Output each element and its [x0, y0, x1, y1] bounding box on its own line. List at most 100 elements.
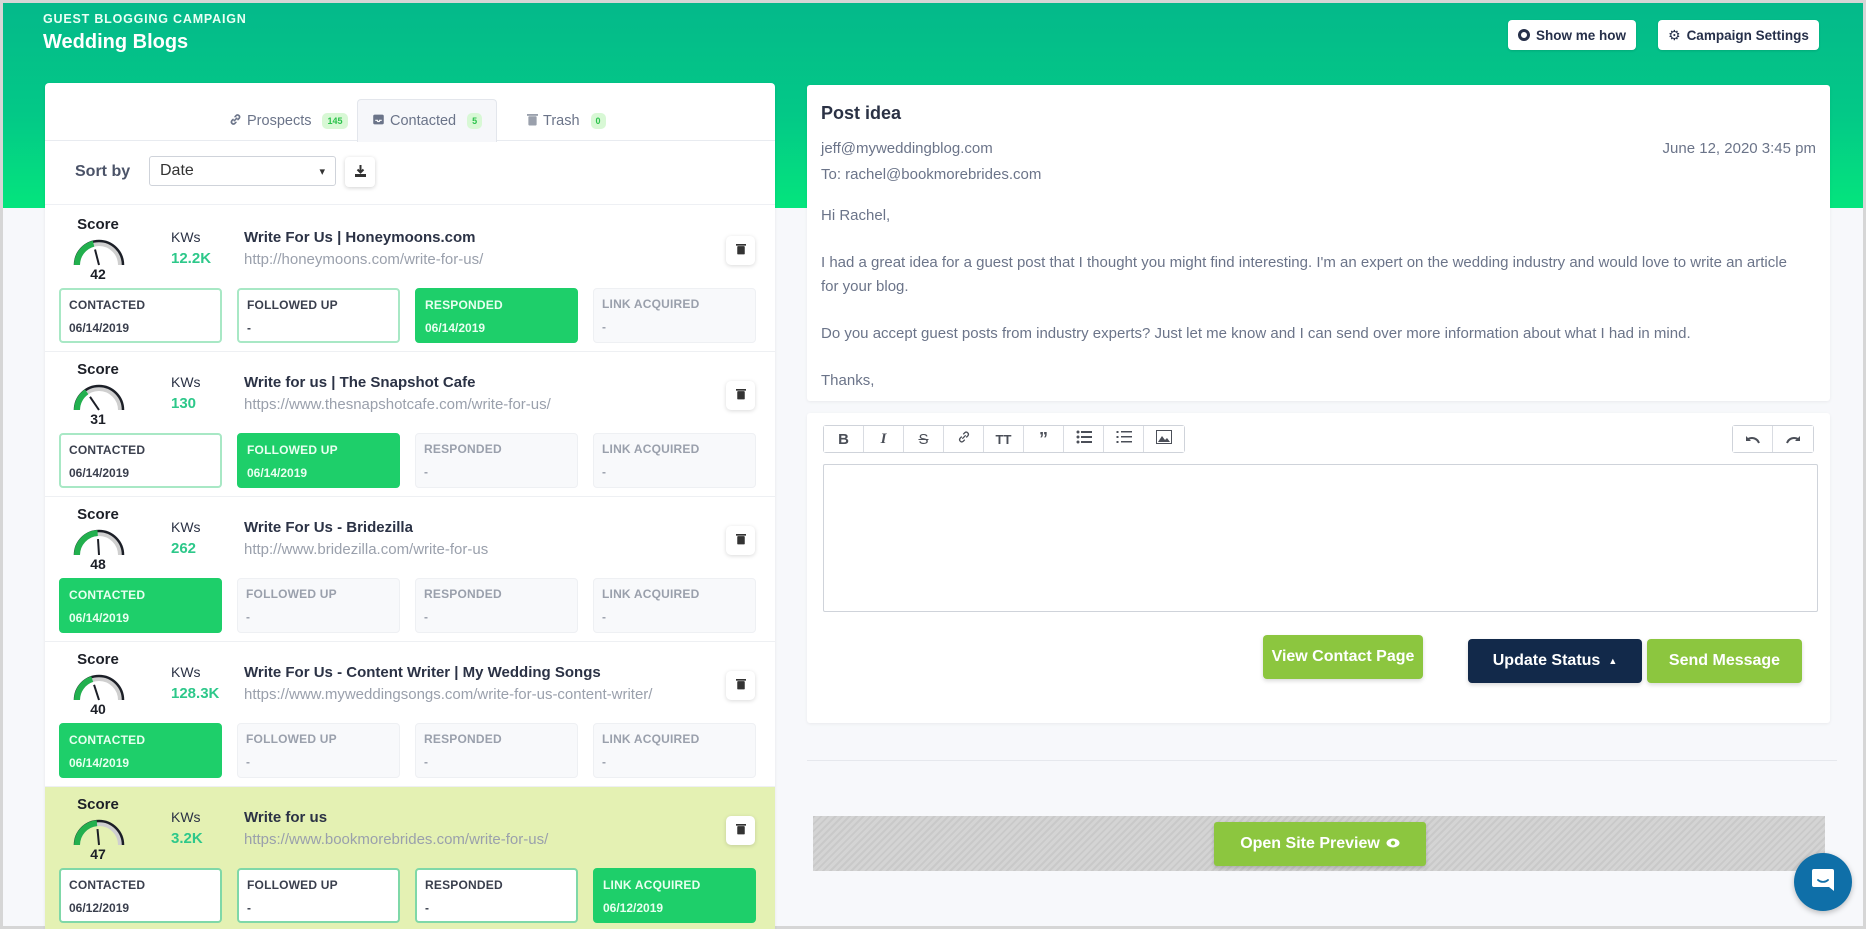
prospect-row[interactable]: Score 31 KWs 130 Write for us | The Snapshot… [45, 352, 775, 497]
status-link-acquired[interactable]: LINK ACQUIRED - [593, 288, 756, 343]
status-contacted[interactable]: CONTACTED 06/14/2019 [59, 433, 222, 488]
delete-prospect-button[interactable] [726, 236, 755, 265]
tab-contacted-count: 5 [467, 113, 483, 129]
numbered-list-button[interactable] [1104, 426, 1144, 452]
tab-prospects[interactable]: Prospects 145 [215, 101, 362, 141]
prospect-url[interactable]: https://www.bookmorebrides.com/write-for… [244, 831, 548, 848]
status-contacted[interactable]: CONTACTED 06/14/2019 [59, 723, 222, 778]
prospect-list: Score 42 KWs 12.2K Write For Us | Honeymoons… [45, 207, 775, 929]
status-date: - [424, 465, 428, 479]
status-contacted[interactable]: CONTACTED 06/14/2019 [59, 288, 222, 343]
image-button[interactable] [1144, 426, 1184, 452]
status-responded[interactable]: RESPONDED - [415, 868, 578, 923]
heading-button[interactable]: TT [984, 426, 1024, 452]
score-value: 47 [90, 846, 106, 862]
tab-contacted[interactable]: Contacted 5 [357, 99, 498, 142]
prospect-row[interactable]: Score 47 KWs 3.2K Write for us https://www.bo… [45, 787, 775, 929]
status-contacted[interactable]: CONTACTED 06/14/2019 [59, 578, 222, 633]
redo-button[interactable] [1773, 426, 1813, 452]
open-site-preview-button[interactable]: Open Site Preview [1214, 822, 1426, 866]
prospect-url[interactable]: http://honeymoons.com/write-for-us/ [244, 251, 483, 268]
status-link-acquired[interactable]: LINK ACQUIRED 06/12/2019 [593, 868, 756, 923]
status-followed-up[interactable]: FOLLOWED UP - [237, 288, 400, 343]
status-date: - [247, 321, 251, 335]
campaign-settings-button[interactable]: ⚙ Campaign Settings [1658, 20, 1819, 50]
prospect-title[interactable]: Write For Us - Content Writer | My Weddi… [244, 664, 601, 681]
status-date: 06/14/2019 [425, 321, 486, 335]
bold-icon: B [838, 430, 849, 448]
strikethrough-button[interactable]: S [904, 426, 944, 452]
update-status-label: Update Status [1492, 652, 1601, 669]
prospect-url[interactable]: http://www.bridezilla.com/write-for-us [244, 541, 488, 558]
status-date: - [247, 901, 251, 915]
score-gauge [73, 384, 125, 411]
delete-prospect-button[interactable] [726, 671, 755, 700]
prospect-row[interactable]: Score 48 KWs 262 Write For Us - Bridezilla ht… [45, 497, 775, 642]
status-date: 06/14/2019 [69, 321, 130, 335]
send-message-button[interactable]: Send Message [1647, 639, 1802, 683]
status-link-acquired[interactable]: LINK ACQUIRED - [593, 578, 756, 633]
status-contacted[interactable]: CONTACTED 06/12/2019 [59, 868, 222, 923]
delete-prospect-button[interactable] [726, 526, 755, 555]
score-gauge [73, 239, 125, 266]
status-label: LINK ACQUIRED [602, 587, 700, 601]
status-label: LINK ACQUIRED [602, 442, 700, 456]
prospect-title[interactable]: Write For Us | Honeymoons.com [244, 229, 475, 246]
message-editor[interactable] [823, 464, 1818, 612]
download-button[interactable] [345, 157, 375, 187]
undo-button[interactable] [1733, 426, 1773, 452]
delete-prospect-button[interactable] [726, 816, 755, 845]
bold-button[interactable]: B [824, 426, 864, 452]
status-date: 06/14/2019 [69, 466, 130, 480]
link-icon [957, 430, 971, 448]
prospect-url[interactable]: https://www.thesnapshotcafe.com/write-fo… [244, 396, 551, 413]
caret-up-icon: ▲ [1608, 656, 1618, 666]
status-link-acquired[interactable]: LINK ACQUIRED - [593, 723, 756, 778]
strikethrough-icon: S [918, 430, 929, 448]
prospect-title[interactable]: Write For Us - Bridezilla [244, 519, 413, 536]
status-label: FOLLOWED UP [246, 587, 337, 601]
chat-launcher-button[interactable] [1794, 853, 1852, 911]
kws-label: KWs [171, 664, 201, 680]
gauge-fill [74, 676, 94, 701]
italic-button[interactable]: I [864, 426, 904, 452]
gauge-fill [74, 820, 98, 846]
status-link-acquired[interactable]: LINK ACQUIRED - [593, 433, 756, 488]
status-label: LINK ACQUIRED [603, 878, 701, 892]
show-me-how-label: Show me how [1536, 27, 1627, 43]
link-icon [229, 113, 242, 129]
status-followed-up[interactable]: FOLLOWED UP 06/14/2019 [237, 433, 400, 488]
bullet-list-button[interactable] [1064, 426, 1104, 452]
link-button[interactable] [944, 426, 984, 452]
status-followed-up[interactable]: FOLLOWED UP - [237, 578, 400, 633]
sort-select-value: Date [160, 162, 194, 179]
status-responded[interactable]: RESPONDED 06/14/2019 [415, 288, 578, 343]
kws-value: 130 [171, 395, 197, 412]
prospect-row[interactable]: Score 40 KWs 128.3K Write For Us - Content W… [45, 642, 775, 787]
status-responded[interactable]: RESPONDED - [415, 723, 578, 778]
prospect-url[interactable]: https://www.myweddingsongs.com/write-for… [244, 686, 652, 703]
show-me-how-button[interactable]: Show me how [1508, 20, 1637, 50]
status-date: - [424, 610, 428, 624]
prospect-title[interactable]: Write for us [244, 809, 327, 826]
gauge-needle [89, 396, 100, 411]
status-label: CONTACTED [69, 298, 146, 312]
status-label: CONTACTED [69, 588, 146, 602]
italic-icon: I [880, 430, 887, 447]
eye-icon [1386, 835, 1400, 853]
tab-trash[interactable]: Trash 0 [513, 101, 620, 141]
download-icon [354, 164, 367, 181]
view-contact-page-button[interactable]: View Contact Page [1263, 635, 1423, 679]
status-followed-up[interactable]: FOLLOWED UP - [237, 868, 400, 923]
status-responded[interactable]: RESPONDED - [415, 433, 578, 488]
status-followed-up[interactable]: FOLLOWED UP - [237, 723, 400, 778]
prospect-row[interactable]: Score 42 KWs 12.2K Write For Us | Honeymoons… [45, 207, 775, 352]
delete-prospect-button[interactable] [726, 381, 755, 410]
status-responded[interactable]: RESPONDED - [415, 578, 578, 633]
quote-button[interactable]: ” [1024, 426, 1064, 452]
sort-select[interactable]: Date ▾ [149, 156, 336, 186]
prospect-title[interactable]: Write for us | The Snapshot Cafe [244, 374, 475, 391]
tab-prospects-count: 145 [322, 113, 348, 129]
status-label: FOLLOWED UP [247, 443, 338, 457]
update-status-button[interactable]: Update Status ▲ [1468, 639, 1642, 683]
